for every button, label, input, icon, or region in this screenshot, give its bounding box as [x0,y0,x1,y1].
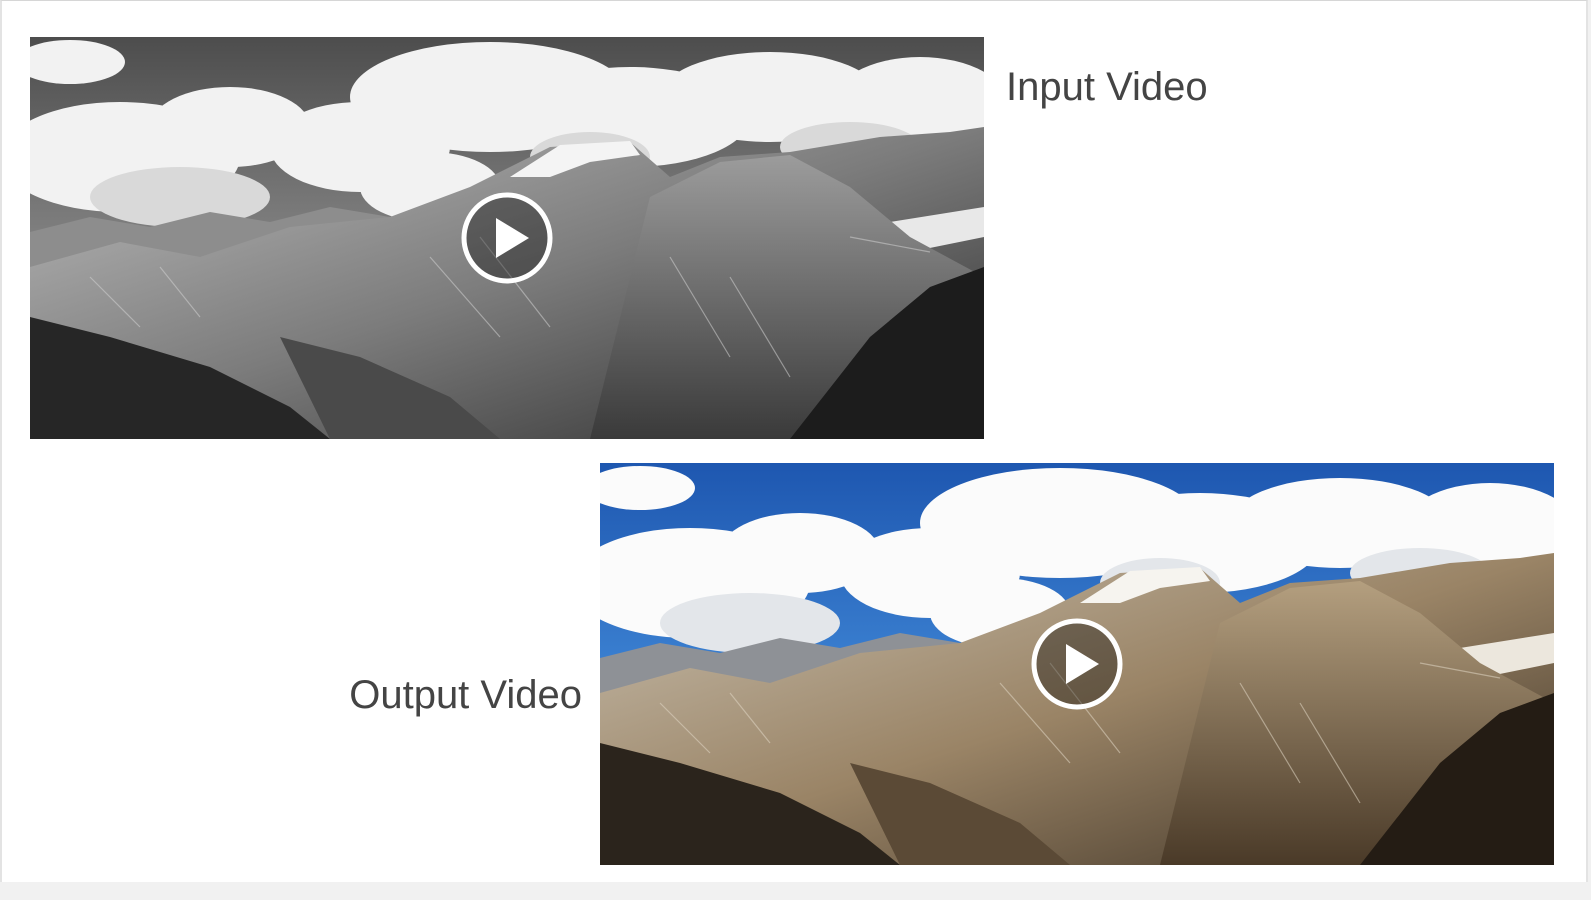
output-video-player[interactable] [600,463,1554,865]
input-video-player[interactable] [30,37,984,439]
play-icon[interactable] [1031,618,1123,710]
page: Input Video Output Video [0,0,1588,882]
output-video-label: Output Video [349,673,582,717]
play-icon[interactable] [461,192,553,284]
input-video-label: Input Video [1006,65,1208,109]
